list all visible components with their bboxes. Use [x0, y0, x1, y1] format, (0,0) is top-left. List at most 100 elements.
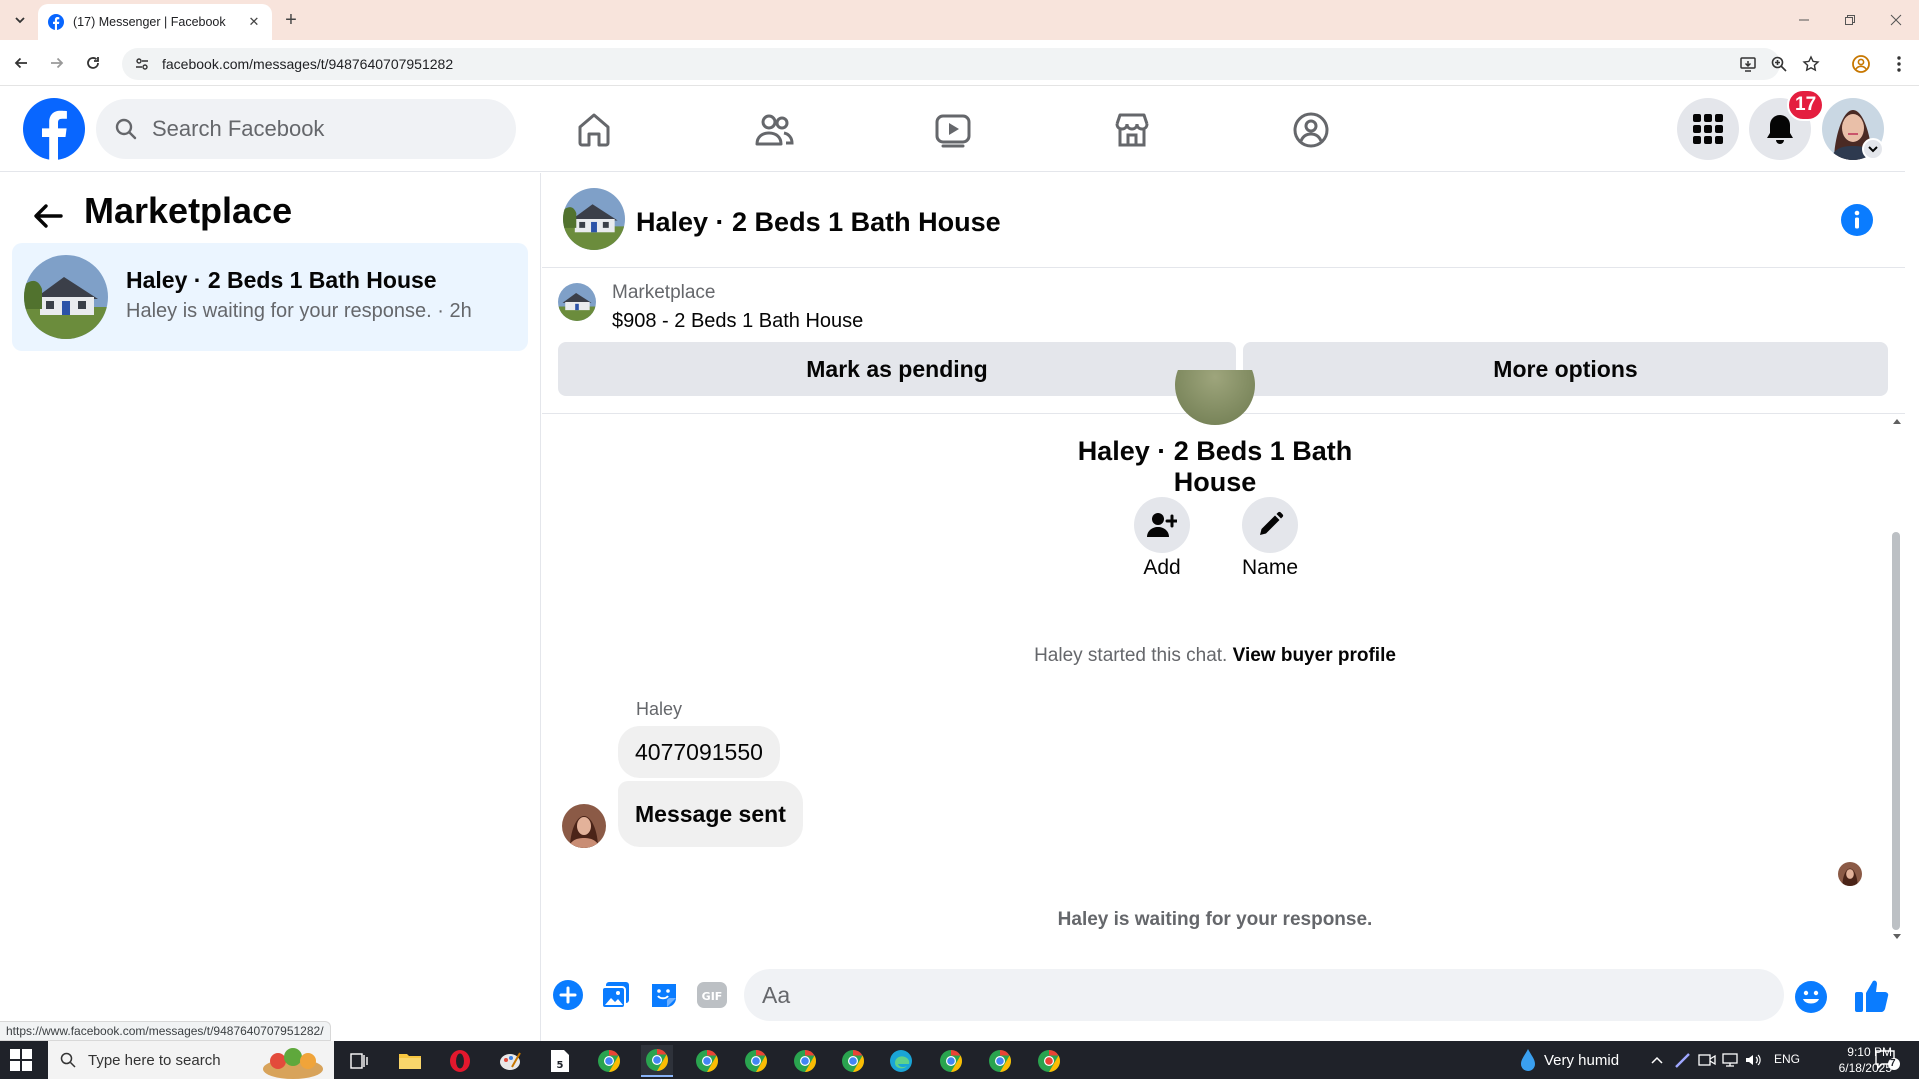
chrome-icon [842, 1050, 864, 1072]
back-to-chats-button[interactable] [30, 198, 66, 234]
taskbar-chrome-9[interactable] [1033, 1045, 1065, 1077]
facebook-logo[interactable] [23, 98, 85, 160]
profile-button[interactable] [1849, 52, 1873, 76]
grid-menu-icon [1693, 114, 1723, 144]
listing-source-label: Marketplace [612, 282, 716, 303]
weather-text: Very humid [1544, 1051, 1620, 1069]
tray-overflow-button[interactable] [1647, 1050, 1667, 1070]
edit-name-button[interactable] [1242, 497, 1298, 553]
facebook-search-box[interactable] [96, 99, 516, 159]
taskbar-opera[interactable] [444, 1045, 476, 1077]
windows-logo-icon [10, 1049, 32, 1071]
taskbar-notes[interactable]: 5 [544, 1045, 576, 1077]
chrome-menu-button[interactable] [1887, 52, 1911, 76]
tray-meet-now[interactable] [1697, 1050, 1717, 1070]
task-view-button[interactable] [343, 1045, 375, 1077]
taskbar-chrome-1[interactable] [593, 1045, 625, 1077]
panel-title: Marketplace [84, 190, 293, 231]
search-icon [115, 118, 137, 140]
taskbar-search-box[interactable]: Type here to search [48, 1041, 334, 1079]
install-app-button[interactable] [1736, 52, 1760, 76]
taskbar-chrome-8[interactable] [984, 1045, 1016, 1077]
plus-circle-icon [553, 980, 583, 1010]
tab-search-button[interactable] [8, 8, 32, 32]
scroll-up-icon [1893, 419, 1901, 424]
scroll-down-icon [1893, 934, 1901, 939]
zoom-button[interactable] [1767, 52, 1791, 76]
conversation-title[interactable]: Haley · 2 Beds 1 Bath House [636, 207, 1001, 238]
listing-thumbnail[interactable] [558, 283, 596, 321]
close-window-button[interactable] [1876, 6, 1916, 34]
chrome-icon [598, 1050, 620, 1072]
reload-button[interactable] [81, 51, 105, 75]
taskbar-chrome-7[interactable] [935, 1045, 967, 1077]
tray-pen[interactable] [1673, 1050, 1693, 1070]
emoji-button[interactable] [1794, 980, 1828, 1014]
conversation-info-button[interactable] [1840, 203, 1874, 237]
forward-button[interactable] [45, 51, 69, 75]
view-buyer-profile-link[interactable]: View buyer profile [1233, 645, 1396, 666]
message-input[interactable] [762, 981, 1662, 1009]
taskbar-edge[interactable] [885, 1045, 917, 1077]
nav-groups[interactable] [1287, 106, 1335, 154]
pen-icon [1675, 1053, 1690, 1068]
nav-friends[interactable] [750, 106, 798, 154]
mark-as-pending-button[interactable]: Mark as pending [558, 342, 1236, 396]
taskbar-chrome-6[interactable] [837, 1045, 869, 1077]
language-indicator[interactable]: ENG [1774, 1052, 1800, 1066]
taskbar-chrome-3[interactable] [691, 1045, 723, 1077]
chat-name: Haley · 2 Beds 1 Bath House [126, 267, 437, 293]
pencil-icon [1260, 511, 1284, 535]
taskbar-chrome-active[interactable] [641, 1045, 673, 1077]
arrow-right-icon [51, 57, 64, 69]
attach-media-button[interactable] [599, 978, 633, 1012]
conversation-avatar[interactable] [563, 188, 625, 250]
back-button[interactable] [9, 51, 33, 75]
minimize-button[interactable] [1784, 6, 1824, 34]
notes-icon: 5 [551, 1050, 569, 1072]
account-menu-button[interactable] [1862, 138, 1884, 160]
sender-avatar[interactable] [562, 804, 606, 848]
weather-widget[interactable]: Very humid [1520, 1047, 1619, 1073]
add-people-button[interactable] [1134, 497, 1190, 553]
nav-home[interactable] [570, 106, 618, 154]
svg-text:GIF: GIF [702, 990, 723, 1003]
site-settings-icon[interactable] [134, 56, 150, 72]
taskbar-file-explorer[interactable] [394, 1045, 426, 1077]
more-options-button[interactable]: More options [1243, 342, 1888, 396]
more-actions-button[interactable] [551, 978, 585, 1012]
message-bubble[interactable]: Message sent [618, 781, 803, 847]
message-composer[interactable] [744, 969, 1784, 1021]
tray-volume[interactable] [1743, 1050, 1763, 1070]
taskbar-app-paint[interactable] [494, 1045, 526, 1077]
tab-close-icon[interactable]: ✕ [246, 14, 262, 30]
message-bubble[interactable]: 4077091550 [618, 726, 780, 778]
chat-preview: Haley is waiting for your response. · 2h [126, 300, 472, 322]
gif-button[interactable]: GIF [695, 978, 729, 1012]
scrollbar-thumb[interactable] [1892, 532, 1900, 930]
gif-icon: GIF [697, 982, 727, 1008]
chat-intro-title: Haley · 2 Beds 1 Bath House [1077, 436, 1353, 497]
paint-icon [500, 1052, 521, 1070]
tray-network[interactable] [1720, 1050, 1740, 1070]
restore-button[interactable] [1830, 6, 1870, 34]
address-bar[interactable]: facebook.com/messages/t/9487640707951282 [122, 48, 1780, 80]
taskbar-chrome-4[interactable] [740, 1045, 772, 1077]
marketplace-icon [1115, 113, 1149, 147]
browser-tab-messenger[interactable]: (17) Messenger | Facebook ✕ [38, 4, 272, 40]
send-like-button[interactable] [1852, 976, 1892, 1016]
listing-price-title[interactable]: $908 - 2 Beds 1 Bath House [612, 310, 863, 333]
name-label: Name [1241, 556, 1299, 579]
facebook-search-input[interactable] [152, 116, 472, 142]
new-tab-button[interactable]: + [280, 9, 302, 31]
taskbar-chrome-5[interactable] [789, 1045, 821, 1077]
nav-video[interactable] [929, 106, 977, 154]
chevron-up-icon [1651, 1056, 1663, 1064]
bookmark-button[interactable] [1799, 52, 1823, 76]
menu-button[interactable] [1677, 98, 1739, 160]
nav-marketplace[interactable] [1108, 106, 1156, 154]
start-button[interactable] [10, 1049, 32, 1071]
action-center-button[interactable]: 7 [1874, 1049, 1900, 1071]
zoom-icon [1771, 56, 1787, 72]
sticker-button[interactable] [647, 978, 681, 1012]
